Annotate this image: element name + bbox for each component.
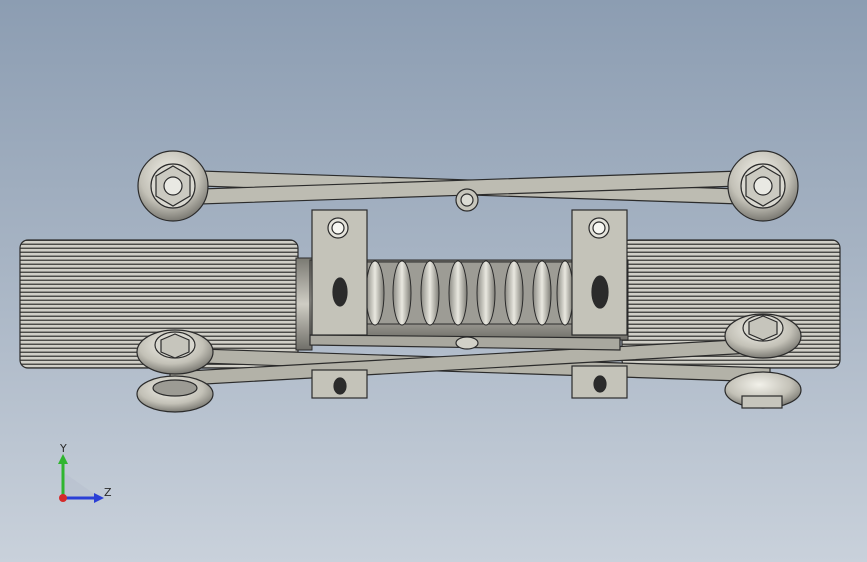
z-axis-label: Z: [104, 486, 112, 499]
y-axis-label: Y: [59, 442, 67, 455]
z-axis-head: [94, 493, 104, 503]
right-support-block: [571, 209, 628, 399]
x-axis-dot: [59, 494, 67, 502]
upper-right-eye-nut: [727, 150, 799, 222]
left-support-block: [311, 209, 368, 399]
orientation-triad: Y Z: [58, 442, 112, 503]
spring-mechanism-model[interactable]: [0, 0, 867, 562]
graphics-viewport[interactable]: Y Z: [0, 0, 867, 562]
y-axis-head: [58, 454, 68, 464]
upper-scissor-linkage: [169, 169, 771, 212]
compression-spring: [364, 260, 576, 326]
upper-left-eye-nut: [137, 150, 209, 222]
